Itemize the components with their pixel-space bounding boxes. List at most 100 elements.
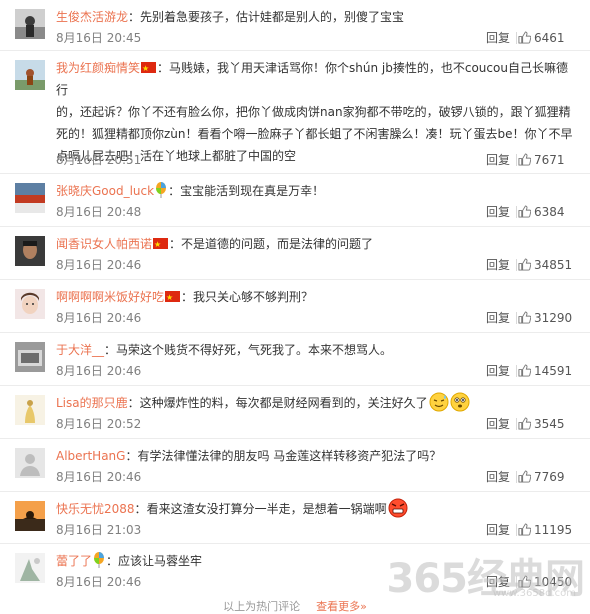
- avatar[interactable]: [15, 395, 45, 425]
- reply-button[interactable]: 回复: [486, 256, 510, 274]
- shocked-emoji-icon: [450, 392, 470, 412]
- comment-item: Lisa的那只鹿：这种爆炸性的料，每次都是财经网看到的，关注好久了 8月16日 …: [0, 386, 590, 439]
- divider: [516, 154, 517, 166]
- like-button[interactable]: 6461: [518, 29, 578, 47]
- divider: [516, 418, 517, 430]
- timestamp: 8月16日 20:46: [56, 470, 142, 484]
- username-link[interactable]: 我为红颜痴情笑: [56, 61, 140, 75]
- comment-item: 于大洋__：马荣这个贱货不得好死，气死我了。本来不想骂人。 8月16日 20:4…: [0, 333, 590, 386]
- comment-text: 看来这渣女没打算分一半走，是想着一锅端啊: [146, 502, 387, 516]
- username-link[interactable]: AlbertHanG: [56, 449, 125, 463]
- like-button[interactable]: 6384: [518, 203, 578, 221]
- thumbs-up-icon: [518, 364, 531, 377]
- reply-button[interactable]: 回复: [486, 309, 510, 327]
- comment-text-line-2: 的，还起诉？你丫不还有脸么你，把你丫做成肉饼nan家狗都不带吃的，破锣八锁的，跟…: [56, 105, 571, 119]
- comment-text: 马荣这个贱货不得好死，气死我了。本来不想骂人。: [116, 343, 393, 357]
- like-count: 6384: [534, 205, 565, 219]
- comment-text: 有学法律懂法律的朋友吗 马金莲这样转移资产犯法了吗？: [137, 449, 442, 463]
- comment-meta: 8月16日 20:52 回复 3545: [56, 415, 578, 433]
- comment-text-line-3: 死的！狐狸精都顶你zùn！看看个嘚一脸麻子丫都长蛆了不闲害臊么！凑！玩丫蛋去be…: [56, 127, 573, 141]
- like-button[interactable]: 7769: [518, 468, 578, 486]
- avatar[interactable]: [15, 9, 45, 39]
- username-link[interactable]: 生俊杰活游龙: [56, 10, 128, 24]
- like-count: 34851: [534, 258, 573, 272]
- comment-body: Lisa的那只鹿：这种爆炸性的料，每次都是财经网看到的，关注好久了: [56, 392, 578, 414]
- username-link[interactable]: 闻香识女人帕西诺: [56, 237, 152, 251]
- comment-body: 啊啊啊啊米饭好好吃：我只关心够不够判刑？: [56, 286, 578, 309]
- china-flag-icon: [165, 287, 181, 309]
- like-button[interactable]: 3545: [518, 415, 578, 433]
- divider: [516, 471, 517, 483]
- comment-item: AlbertHanG：有学法律懂法律的朋友吗 马金莲这样转移资产犯法了吗？ 8月…: [0, 439, 590, 492]
- avatar[interactable]: [15, 342, 45, 372]
- reply-button[interactable]: 回复: [486, 151, 510, 169]
- thumbs-up-icon: [518, 31, 531, 44]
- username-link[interactable]: 快乐无忧2088: [56, 502, 135, 516]
- comment-item: 张晓庆Good_luck ：宝宝能活到现在真是万幸！ 8月16日 20:48 回复…: [0, 174, 590, 227]
- avatar[interactable]: [15, 236, 45, 266]
- comment-meta: 8月16日 20:46 回复 34851: [56, 256, 578, 274]
- balloon-icon: [94, 552, 105, 568]
- comment-item: 我为红颜痴情笑：马贱婊，我丫用天津话骂你！你个shún jb揍性的，也不couc…: [0, 51, 590, 174]
- china-flag-icon: [153, 234, 169, 256]
- like-count: 14591: [534, 364, 573, 378]
- like-button[interactable]: 31290: [518, 309, 578, 327]
- username-link[interactable]: Lisa的那只鹿: [56, 396, 128, 410]
- like-count: 31290: [534, 311, 573, 325]
- reply-button[interactable]: 回复: [486, 415, 510, 433]
- comment-text: 应该让马蓉坐牢: [118, 554, 203, 568]
- like-button[interactable]: 14591: [518, 362, 578, 380]
- comment-meta: 8月16日 20:48 回复 6384: [56, 203, 578, 221]
- like-count: 6461: [534, 31, 565, 45]
- comment-item: 快乐无忧2088：看来这渣女没打算分一半走，是想着一锅端啊 8月16日 21:0…: [0, 492, 590, 544]
- site-watermark-url: www.3658d.com: [492, 588, 576, 599]
- username-link[interactable]: 张晓庆Good_luck: [56, 184, 154, 198]
- timestamp: 8月16日 20:48: [56, 205, 142, 219]
- avatar[interactable]: [15, 183, 45, 213]
- reply-button[interactable]: 回复: [486, 203, 510, 221]
- comment-meta: 8月16日 20:46 回复 7769: [56, 468, 578, 486]
- thumbs-up-icon: [518, 417, 531, 430]
- comment-meta: 8月16日 20:46 回复 14591: [56, 362, 578, 380]
- reply-button[interactable]: 回复: [486, 362, 510, 380]
- reply-button[interactable]: 回复: [486, 29, 510, 47]
- angry-emoji-icon: [388, 498, 408, 518]
- comment-text: 不是道德的问题，而是法律的问题了: [181, 237, 374, 251]
- comment-text: 这种爆炸性的料，每次都是财经网看到的，关注好久了: [139, 396, 428, 410]
- like-button[interactable]: 34851: [518, 256, 578, 274]
- avatar[interactable]: [15, 501, 45, 531]
- comment-body: 快乐无忧2088：看来这渣女没打算分一半走，是想着一锅端啊: [56, 498, 578, 520]
- like-count: 7769: [534, 470, 565, 484]
- comment-meta: 8月16日 21:03 回复 11195: [56, 521, 578, 539]
- timestamp: 8月16日 20:52: [56, 417, 142, 431]
- comment-text: 宝宝能活到现在真是万幸！: [180, 184, 325, 198]
- thumbs-up-icon: [518, 311, 531, 324]
- divider: [516, 524, 517, 536]
- thumbs-up-icon: [518, 153, 531, 166]
- divider: [516, 365, 517, 377]
- comment-meta: 8月16日 20:46 回复 31290: [56, 309, 578, 327]
- comment-item: 啊啊啊啊米饭好好吃：我只关心够不够判刑？ 8月16日 20:46 回复 3129…: [0, 280, 590, 333]
- timestamp: 8月16日 20:46: [56, 364, 142, 378]
- reply-button[interactable]: 回复: [486, 468, 510, 486]
- username-link[interactable]: 于大洋__: [56, 343, 104, 357]
- comment-body: 于大洋__：马荣这个贱货不得好死，气死我了。本来不想骂人。: [56, 343, 393, 357]
- username-link[interactable]: 啊啊啊啊米饭好好吃: [56, 290, 164, 304]
- like-count: 7671: [534, 153, 565, 167]
- like-button[interactable]: 7671: [518, 151, 578, 169]
- like-count: 11195: [534, 523, 573, 537]
- view-more-link[interactable]: 查看更多»: [316, 600, 367, 613]
- avatar[interactable]: [15, 553, 45, 583]
- username-link[interactable]: 蕾了了: [56, 554, 92, 568]
- comment-meta: 8月16日 20:45 回复 6461: [56, 29, 578, 47]
- comment-list: 生俊杰活游龙：先别着急要孩子，估计娃都是别人的，别傻了宝宝 8月16日 20:4…: [0, 0, 590, 604]
- like-count: 3545: [534, 417, 565, 431]
- avatar[interactable]: [15, 289, 45, 319]
- avatar[interactable]: [15, 60, 45, 90]
- reply-button[interactable]: 回复: [486, 521, 510, 539]
- timestamp: 8月16日 21:03: [56, 523, 142, 537]
- comment-body: AlbertHanG：有学法律懂法律的朋友吗 马金莲这样转移资产犯法了吗？: [56, 449, 442, 463]
- like-button[interactable]: 11195: [518, 521, 578, 539]
- avatar[interactable]: [15, 448, 45, 478]
- timestamp: 8月16日 20:46: [56, 258, 142, 272]
